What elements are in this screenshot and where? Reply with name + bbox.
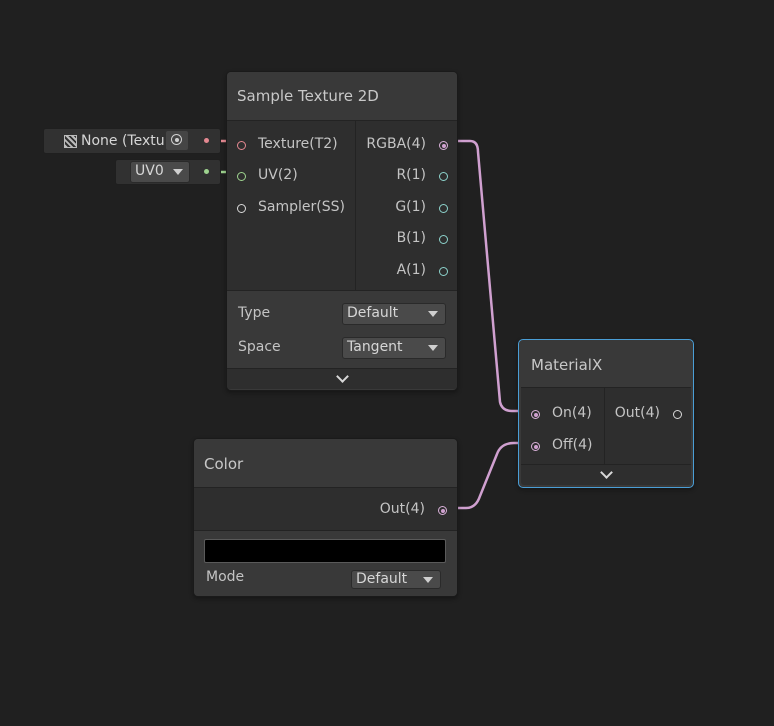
input-port-sampler[interactable]: Sampler(SS) <box>227 199 355 223</box>
port-label: Texture(T2) <box>258 136 338 152</box>
output-port-a[interactable]: A(1) <box>356 262 457 286</box>
node-properties: Type Default Space Tangent <box>227 290 457 369</box>
output-ports: Out(4) <box>194 488 457 530</box>
port-label: UV(2) <box>258 167 298 183</box>
port-connector-icon <box>439 204 448 213</box>
output-ports: Out(4) <box>604 388 691 464</box>
port-label: Off(4) <box>552 437 593 453</box>
input-port-uv[interactable]: UV(2) <box>227 167 355 191</box>
node-properties: Mode Default <box>194 530 457 596</box>
chevron-down-icon <box>428 311 438 317</box>
output-port-r[interactable]: R(1) <box>356 167 457 191</box>
uv-inline-field[interactable]: UV0 <box>115 159 221 185</box>
port-connector-icon <box>439 235 448 244</box>
node-title-bar[interactable]: Sample Texture 2D <box>227 72 457 121</box>
output-ports: RGBA(4) R(1) G(1) B(1) A(1) <box>355 121 457 290</box>
target-icon-center <box>175 138 179 142</box>
chevron-down-icon <box>428 345 438 351</box>
object-picker-button[interactable] <box>166 131 188 150</box>
node-title-bar[interactable]: Color <box>194 439 457 488</box>
input-port-on[interactable]: On(4) <box>521 405 604 429</box>
output-port-rgba[interactable]: RGBA(4) <box>356 136 457 160</box>
space-value: Tangent <box>347 339 403 355</box>
port-label: Sampler(SS) <box>258 199 345 215</box>
chevron-down-icon <box>336 370 349 383</box>
node-title: Sample Texture 2D <box>237 87 379 105</box>
uv-field-connector <box>204 169 209 174</box>
type-dropdown[interactable]: Default <box>342 303 446 325</box>
chevron-down-icon <box>600 466 613 479</box>
port-connector-icon <box>531 442 540 451</box>
port-connector-icon <box>237 172 246 181</box>
port-label: A(1) <box>396 262 426 278</box>
uv-channel-dropdown[interactable]: UV0 <box>130 161 190 183</box>
space-dropdown[interactable]: Tangent <box>342 337 446 359</box>
node-title: Color <box>204 455 244 473</box>
type-value: Default <box>347 305 399 321</box>
output-port-out[interactable]: Out(4) <box>194 501 457 525</box>
port-connector-icon <box>237 204 246 213</box>
space-label: Space <box>238 339 281 355</box>
output-port-out[interactable]: Out(4) <box>605 405 691 429</box>
collapse-toggle[interactable] <box>227 368 457 389</box>
node-title: MaterialX <box>531 356 603 374</box>
port-label: Out(4) <box>614 405 660 421</box>
chevron-down-icon <box>173 169 183 175</box>
port-connector-icon <box>439 141 448 150</box>
input-ports: Texture(T2) UV(2) Sampler(SS) <box>227 121 355 290</box>
port-connector-icon <box>439 172 448 181</box>
input-port-texture[interactable]: Texture(T2) <box>227 136 355 160</box>
port-connector-icon <box>237 141 246 150</box>
uv-channel-value: UV0 <box>135 163 164 179</box>
type-label: Type <box>238 305 271 321</box>
texture-field-value: None (Textu <box>81 133 165 149</box>
port-label: G(1) <box>395 199 426 215</box>
output-port-g[interactable]: G(1) <box>356 199 457 223</box>
input-port-off[interactable]: Off(4) <box>521 437 604 461</box>
output-port-b[interactable]: B(1) <box>356 230 457 254</box>
mode-dropdown[interactable]: Default <box>351 570 441 589</box>
texture-field-connector <box>204 138 209 143</box>
port-connector-icon <box>439 267 448 276</box>
chevron-down-icon <box>423 577 433 583</box>
color-node[interactable]: Color Out(4) Mode Default <box>193 438 458 597</box>
mode-value: Default <box>356 571 408 587</box>
sample-texture-2d-node[interactable]: Sample Texture 2D Texture(T2) UV(2) Samp… <box>226 71 458 391</box>
node-title-bar[interactable]: MaterialX <box>521 342 691 388</box>
texture-inline-field[interactable]: None (Textu <box>43 128 221 154</box>
port-label: RGBA(4) <box>366 136 426 152</box>
port-label: R(1) <box>396 167 426 183</box>
input-ports: On(4) Off(4) <box>521 388 604 464</box>
port-connector-icon <box>531 410 540 419</box>
collapse-toggle[interactable] <box>521 464 691 485</box>
port-connector-icon <box>438 506 447 515</box>
port-label: Out(4) <box>379 501 425 517</box>
color-swatch[interactable] <box>204 539 446 563</box>
materialx-node-inner: MaterialX On(4) Off(4) Out(4) <box>521 342 691 485</box>
texture-picker-icon <box>64 135 77 148</box>
port-label: B(1) <box>396 230 426 246</box>
port-connector-icon <box>673 410 682 419</box>
port-label: On(4) <box>552 405 592 421</box>
materialx-node[interactable]: MaterialX On(4) Off(4) Out(4) <box>518 339 694 488</box>
mode-label: Mode <box>206 569 245 585</box>
